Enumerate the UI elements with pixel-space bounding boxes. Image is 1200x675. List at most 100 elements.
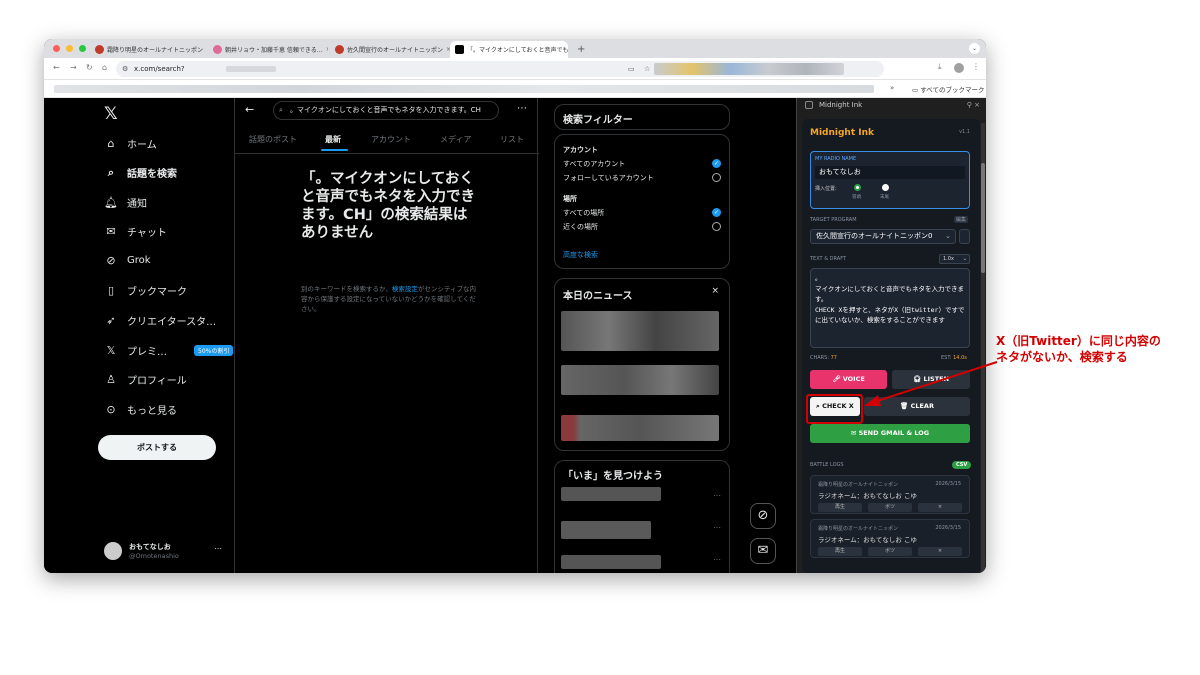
search-input[interactable]: ⌕ 。マイクオンにしておくと音声でもネタを入力できます。CH — [273, 101, 499, 120]
x-logo-icon[interactable]: 𝕏 — [104, 104, 118, 124]
scrollbar-thumb[interactable] — [981, 163, 985, 273]
site-info-icon[interactable]: ⚙ — [122, 61, 128, 77]
radio-favicon-icon — [335, 45, 344, 54]
person-icon: ♙ — [106, 373, 116, 386]
csv-export-button[interactable]: CSV — [952, 461, 972, 469]
sidebar-item-label: プロフィール — [127, 376, 187, 387]
tab-latest[interactable]: 最新 — [325, 134, 341, 145]
position-label: 挿入位置: — [815, 186, 837, 192]
back-arrow-icon[interactable]: ← — [53, 63, 60, 72]
sidebar-item-home[interactable]: ⌂ ホーム — [104, 136, 157, 151]
filter-following-accounts[interactable]: フォローしているアカウント — [563, 173, 654, 183]
advanced-search-link[interactable]: 高度な検索 — [563, 250, 598, 260]
profile-name: おもてなしお — [129, 543, 171, 551]
sidebar-item-profile[interactable]: ♙ プロフィール — [104, 372, 187, 387]
cast-icon[interactable]: ▭ — [628, 61, 635, 77]
more-dots-icon[interactable]: ⋯ — [214, 544, 222, 553]
grok-icon: ⊘ — [106, 254, 116, 267]
reload-icon[interactable]: ↻ — [86, 63, 93, 72]
draft-textarea[interactable]: 。 マイクオンにしておくと音声でもネタを入力できます。 CHECK Xを押すと、… — [810, 268, 970, 348]
download-icon[interactable]: ⤓ — [938, 62, 942, 72]
sidebar-item-more[interactable]: ⊙ もっと見る — [104, 402, 177, 417]
browser-tab-active[interactable]: 「。マイクオンにしておくと音声でも… × — [450, 41, 568, 58]
unchecked-radio-icon[interactable] — [712, 173, 721, 182]
close-icon[interactable]: × — [711, 286, 719, 296]
grok-fab-icon[interactable]: ⊘ — [750, 503, 776, 529]
tab-lists[interactable]: リスト — [500, 134, 524, 145]
panel-scrollbar[interactable] — [981, 123, 985, 573]
back-arrow-icon[interactable]: ← — [245, 103, 254, 116]
blurred-trend-item[interactable] — [561, 555, 661, 569]
more-icon: ⊙ — [106, 403, 116, 416]
log-delete-button[interactable]: × — [918, 503, 962, 512]
more-dots-icon[interactable]: ⋯ — [713, 523, 721, 532]
new-tab-button[interactable]: + — [572, 41, 586, 58]
bookmark-star-icon[interactable]: ☆ — [644, 61, 650, 77]
tab-top-posts[interactable]: 話題のポスト — [249, 134, 297, 145]
sidebar-item-creator-studio[interactable]: ➶ クリエイタースタ… — [104, 313, 216, 328]
blurred-news-item[interactable] — [561, 365, 719, 395]
home-button-icon[interactable]: ⌂ — [102, 63, 107, 72]
maximize-window-button[interactable] — [79, 45, 86, 52]
all-bookmarks-folder[interactable]: ▭ すべてのブックマーク — [912, 84, 985, 94]
more-dots-icon[interactable]: ⋯ — [713, 491, 721, 500]
filter-all-accounts[interactable]: すべてのアカウント — [563, 159, 625, 169]
blurred-trend-item[interactable] — [561, 487, 661, 501]
close-window-button[interactable] — [53, 45, 60, 52]
minimize-window-button[interactable] — [66, 45, 73, 52]
checked-radio-icon[interactable]: ✓ — [712, 208, 721, 217]
forward-arrow-icon[interactable]: → — [70, 63, 77, 72]
filter-nearby-places[interactable]: 近くの場所 — [563, 222, 598, 232]
log-rejected-button[interactable]: ボツ — [868, 547, 912, 556]
post-button[interactable]: ポストする — [98, 435, 216, 460]
check-x-highlight-box — [806, 394, 863, 424]
log-rejected-button[interactable]: ボツ — [868, 503, 912, 512]
position-start-label: 冒頭 — [852, 195, 861, 200]
sidebar-item-bookmarks[interactable]: ▯ ブックマーク — [104, 283, 187, 298]
log-delete-button[interactable]: × — [918, 547, 962, 556]
bookmarks-overflow-icon[interactable]: » — [890, 84, 894, 92]
side-panel-controls[interactable]: ⚲ × — [967, 98, 980, 112]
unchecked-radio-icon[interactable] — [712, 222, 721, 231]
target-program-select[interactable]: 佐久間宣行のオールナイトニッポン0 ⌄ — [810, 229, 956, 244]
sidebar-item-notifications[interactable]: 🔔︎ 通知 — [104, 195, 147, 210]
blurred-trend-item[interactable] — [561, 521, 651, 539]
position-end-label: 末尾 — [880, 195, 889, 200]
profile-avatar-icon[interactable] — [954, 63, 964, 73]
log-date: 2026/3/15 — [935, 525, 961, 531]
messages-fab-icon[interactable]: ✉ — [750, 538, 776, 564]
blurred-news-item[interactable] — [561, 311, 719, 351]
speed-select[interactable]: 1.0x ⌄ — [939, 254, 970, 264]
more-dots-icon[interactable]: ⋯ — [713, 555, 721, 564]
browser-tab[interactable]: 霜降り明星のオールナイトニッポン × — [90, 41, 206, 58]
radio-name-label: MY RADIO NAME — [815, 156, 857, 162]
log-adopted-button[interactable]: 再生 — [818, 503, 862, 512]
sidebar-item-explore[interactable]: ⌕ 話題を検索 — [104, 165, 177, 181]
sidebar-item-premium[interactable]: 𝕏 プレミ… 50%の割引 — [104, 343, 234, 358]
position-end-radio[interactable] — [882, 184, 889, 191]
program-extra-button[interactable] — [959, 229, 970, 244]
edit-programs-button[interactable]: 編集 — [954, 216, 969, 223]
close-tab-icon[interactable]: × — [326, 46, 328, 53]
sidebar-item-chat[interactable]: ✉ チャット — [104, 224, 167, 239]
send-gmail-log-button[interactable]: ✉ SEND GMAIL & LOG — [810, 424, 970, 443]
tab-label: 佐久間宣行のオールナイトニッポン — [347, 47, 444, 54]
log-adopted-button[interactable]: 再生 — [818, 547, 862, 556]
sidebar-item-label: プレミ… — [127, 347, 167, 358]
more-options-icon[interactable]: ⋯ — [517, 103, 527, 114]
search-settings-link[interactable]: 検索設定 — [392, 285, 418, 293]
browser-tab[interactable]: 佐久間宣行のオールナイトニッポン × — [330, 41, 450, 58]
browser-menu-icon[interactable]: ⋮ — [972, 62, 980, 71]
position-start-radio[interactable] — [854, 184, 861, 191]
blurred-news-item[interactable] — [561, 415, 719, 441]
sidebar-item-grok[interactable]: ⊘ Grok — [104, 254, 150, 267]
tab-accounts[interactable]: アカウント — [371, 134, 411, 145]
news-card: 本日のニュース × — [554, 278, 730, 451]
checked-radio-icon[interactable]: ✓ — [712, 159, 721, 168]
radio-name-input[interactable]: おもてなしお — [815, 166, 965, 179]
tab-media[interactable]: メディア — [440, 134, 471, 145]
account-switcher[interactable]: おもてなしお @Omotenashio ⋯ — [104, 540, 224, 564]
browser-tab[interactable]: 朝井リョウ・加藤千恵 信頼できる… × — [208, 41, 328, 58]
filter-all-places[interactable]: すべての場所 — [563, 208, 604, 218]
tab-list-chevron-icon[interactable]: ⌄ — [969, 43, 980, 54]
